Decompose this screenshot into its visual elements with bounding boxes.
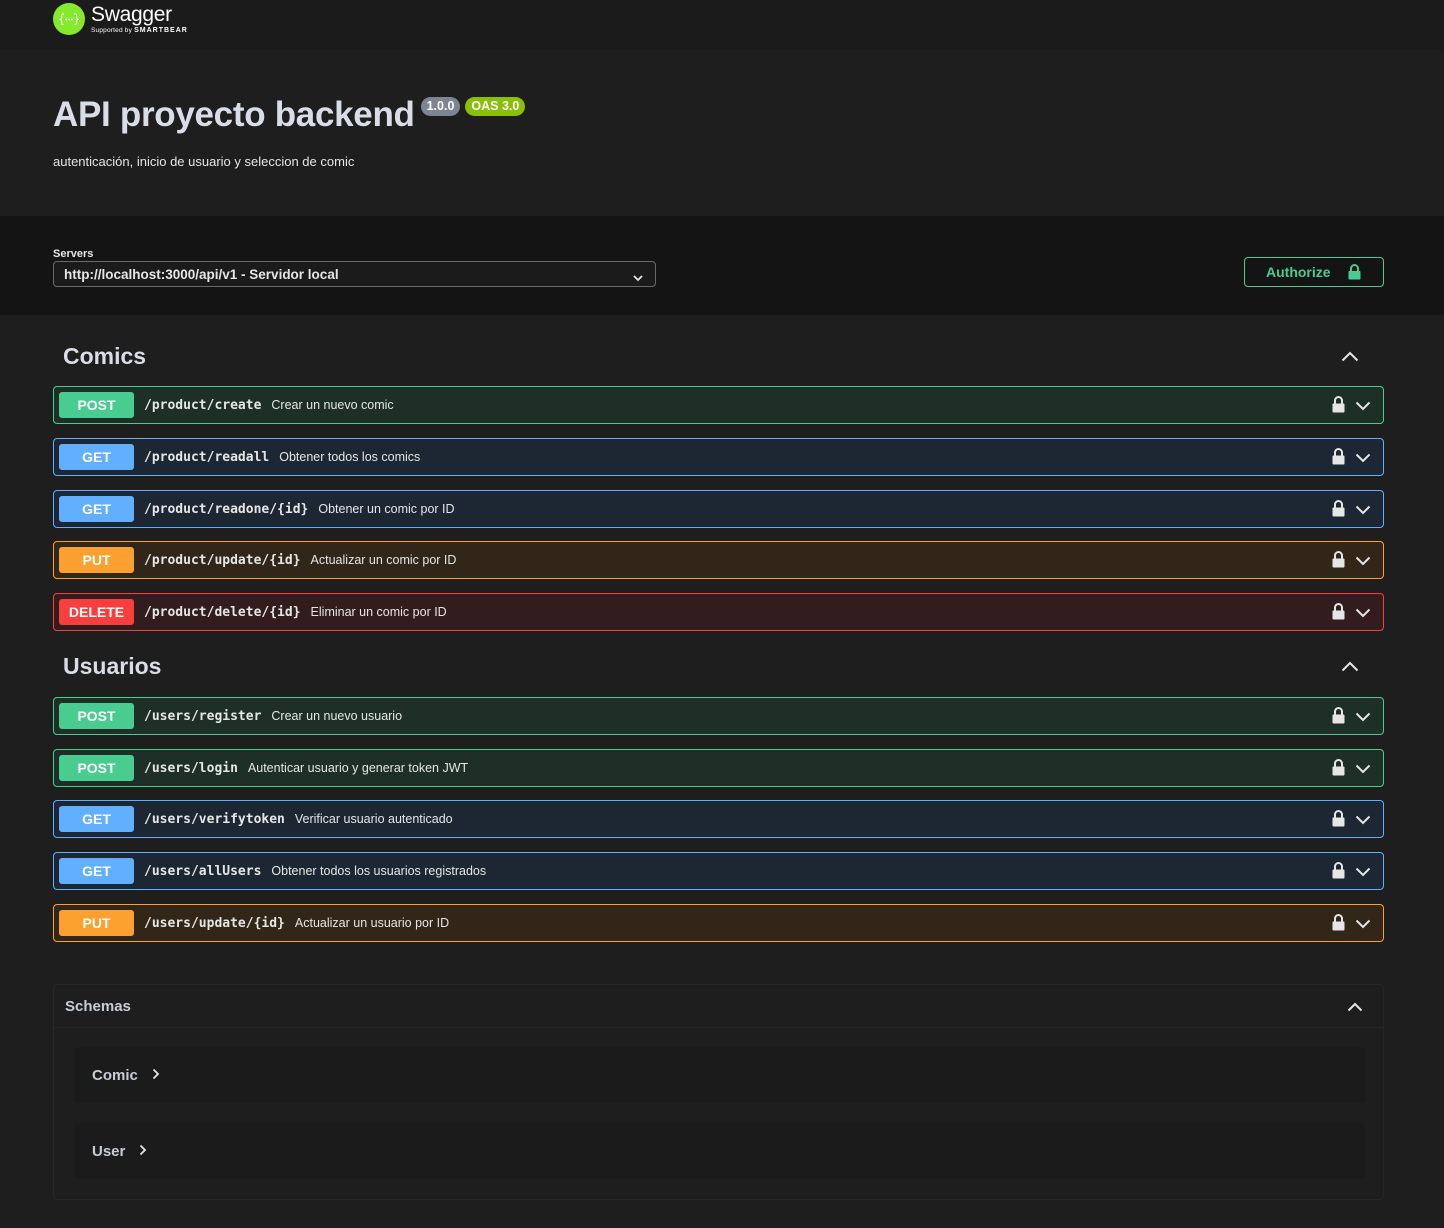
- chevron-down-icon[interactable]: [1355, 761, 1371, 779]
- operation-path: /users/register: [144, 708, 262, 724]
- chevron-up-icon[interactable]: [1347, 999, 1363, 1017]
- chevron-down-icon[interactable]: [1355, 553, 1371, 571]
- method-badge: GET: [59, 858, 134, 884]
- operation-summary: Actualizar un usuario por ID: [294, 916, 450, 930]
- servers-select[interactable]: http://localhost:3000/api/v1 - Servidor …: [53, 261, 656, 287]
- chevron-down-icon[interactable]: [1355, 864, 1371, 882]
- svg-text:}: }: [73, 12, 80, 26]
- method-badge: POST: [59, 755, 134, 781]
- operation-summary: Autenticar usuario y generar token JWT: [247, 761, 469, 775]
- lock-icon[interactable]: [1332, 707, 1345, 729]
- schema-name: User: [92, 1142, 126, 1160]
- operation-summary: Obtener un comic por ID: [318, 502, 455, 516]
- chevron-down-icon[interactable]: [1355, 812, 1371, 830]
- api-description: autenticación, inicio de usuario y selec…: [53, 154, 355, 169]
- lock-icon[interactable]: [1332, 810, 1345, 832]
- swagger-logo[interactable]: { } Swagger Supported by SMARTBEAR: [53, 3, 188, 35]
- operation-delete-product-delete[interactable]: DELETE /product/delete/{id} Eliminar un …: [53, 593, 1384, 631]
- schemas-title: Schemas: [65, 997, 131, 1015]
- operation-path: /users/verifytoken: [144, 811, 285, 827]
- method-badge: POST: [59, 392, 134, 418]
- schema-item-comic[interactable]: Comic: [74, 1047, 1365, 1103]
- operation-put-users-update[interactable]: PUT /users/update/{id} Actualizar un usu…: [53, 904, 1384, 942]
- chevron-down-icon[interactable]: [1355, 605, 1371, 623]
- chevron-down-icon[interactable]: [1355, 916, 1371, 934]
- operation-summary: Actualizar un comic por ID: [310, 553, 457, 567]
- schema-name: Comic: [92, 1066, 138, 1084]
- chevron-down-icon[interactable]: [1355, 709, 1371, 727]
- method-badge: PUT: [59, 547, 134, 573]
- chevron-down-icon[interactable]: [1355, 450, 1371, 468]
- operation-summary: Obtener todos los comics: [279, 450, 421, 464]
- version-badge: 1.0.0: [420, 97, 461, 116]
- operation-get-product-readone[interactable]: GET /product/readone/{id} Obtener un com…: [53, 490, 1384, 528]
- tag-usuarios[interactable]: Usuarios: [53, 646, 1384, 686]
- schema-item-user[interactable]: User: [74, 1123, 1365, 1179]
- operation-path: /product/delete/{id}: [144, 604, 301, 620]
- servers-label: Servers: [53, 248, 94, 260]
- schemas-section: Schemas Comic User: [53, 984, 1384, 1200]
- operation-path: /product/readall: [144, 449, 270, 465]
- chevron-down-icon: [633, 270, 643, 285]
- svg-text:{: {: [58, 12, 65, 26]
- oas-badge: OAS 3.0: [465, 97, 526, 116]
- lock-icon: [1348, 264, 1361, 283]
- method-badge: DELETE: [59, 599, 134, 625]
- chevron-down-icon[interactable]: [1355, 502, 1371, 520]
- authorize-button[interactable]: Authorize: [1244, 257, 1384, 287]
- operation-put-product-update[interactable]: PUT /product/update/{id} Actualizar un c…: [53, 541, 1384, 579]
- method-badge: GET: [59, 496, 134, 522]
- tag-comics-title: Comics: [63, 342, 147, 369]
- chevron-right-icon: [139, 1143, 147, 1161]
- method-badge: PUT: [59, 910, 134, 936]
- lock-icon[interactable]: [1332, 500, 1345, 522]
- servers-selected-value: http://localhost:3000/api/v1 - Servidor …: [64, 267, 339, 282]
- operation-get-users-verifytoken[interactable]: GET /users/verifytoken Verificar usuario…: [53, 800, 1384, 838]
- operation-summary: Crear un nuevo usuario: [271, 709, 403, 723]
- operation-path: /product/readone/{id}: [144, 501, 309, 517]
- operation-path: /users/login: [144, 760, 238, 776]
- swagger-logo-icon: { }: [53, 3, 85, 35]
- chevron-down-icon[interactable]: [1355, 398, 1371, 416]
- page-title: API proyecto backend: [53, 95, 415, 134]
- operation-summary: Crear un nuevo comic: [271, 398, 394, 412]
- schemas-header[interactable]: Schemas: [54, 985, 1383, 1028]
- lock-icon[interactable]: [1332, 551, 1345, 573]
- authorize-label: Authorize: [1266, 264, 1331, 280]
- operation-summary: Verificar usuario autenticado: [294, 812, 453, 826]
- lock-icon[interactable]: [1332, 448, 1345, 470]
- logo-tagline: Supported by SMARTBEAR: [91, 27, 188, 35]
- operation-path: /product/update/{id}: [144, 552, 301, 568]
- logo-tagline-prefix: Supported by: [91, 26, 133, 34]
- method-badge: GET: [59, 806, 134, 832]
- chevron-up-icon[interactable]: [1341, 659, 1359, 677]
- api-info: API proyecto backend 1.0.0 OAS 3.0: [53, 95, 526, 135]
- operation-post-product-create[interactable]: POST /product/create Crear un nuevo comi…: [53, 386, 1384, 424]
- lock-icon[interactable]: [1332, 914, 1345, 936]
- lock-icon[interactable]: [1332, 396, 1345, 418]
- method-badge: POST: [59, 703, 134, 729]
- logo-tagline-brand: SMARTBEAR: [134, 26, 188, 34]
- method-badge: GET: [59, 444, 134, 470]
- operation-path: /product/create: [144, 397, 262, 413]
- operation-path: /users/update/{id}: [144, 915, 285, 931]
- tag-comics[interactable]: Comics: [53, 336, 1384, 376]
- operation-get-product-readall[interactable]: GET /product/readall Obtener todos los c…: [53, 438, 1384, 476]
- chevron-up-icon[interactable]: [1341, 349, 1359, 367]
- scheme-container: Servers http://localhost:3000/api/v1 - S…: [0, 216, 1444, 315]
- operation-path: /users/allUsers: [144, 863, 262, 879]
- lock-icon[interactable]: [1332, 603, 1345, 625]
- operation-post-users-register[interactable]: POST /users/register Crear un nuevo usua…: [53, 697, 1384, 735]
- operation-summary: Eliminar un comic por ID: [310, 605, 447, 619]
- lock-icon[interactable]: [1332, 862, 1345, 884]
- operation-summary: Obtener todos los usuarios registrados: [271, 864, 487, 878]
- operation-get-users-allusers[interactable]: GET /users/allUsers Obtener todos los us…: [53, 852, 1384, 890]
- topbar: { } Swagger Supported by SMARTBEAR: [0, 0, 1444, 50]
- operation-post-users-login[interactable]: POST /users/login Autenticar usuario y g…: [53, 749, 1384, 787]
- lock-icon[interactable]: [1332, 759, 1345, 781]
- tag-usuarios-title: Usuarios: [63, 652, 162, 679]
- chevron-right-icon: [152, 1067, 160, 1085]
- logo-brand: Swagger: [91, 2, 172, 26]
